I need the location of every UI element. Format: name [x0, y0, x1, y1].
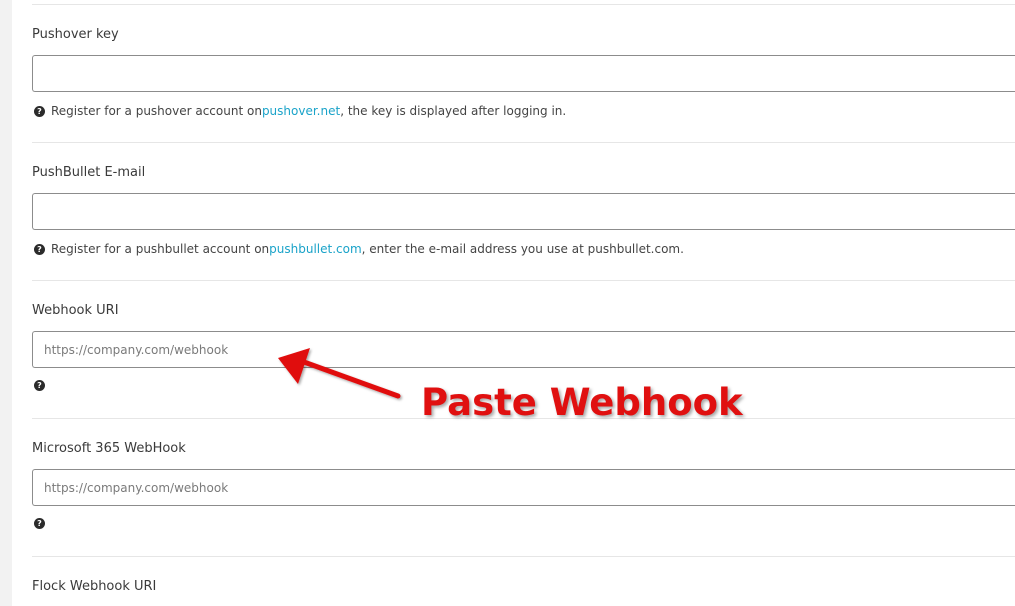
pushover-help-pre: Register for a pushover account on: [51, 104, 262, 118]
pushbullet-link[interactable]: pushbullet.com: [269, 242, 362, 256]
annotation-arrow-icon: [278, 348, 401, 399]
annotation-label: Paste Webhook: [421, 381, 743, 424]
question-circle-icon: ?: [34, 243, 45, 255]
question-circle-icon[interactable]: ?: [34, 518, 45, 529]
pushover-help-text: ? Register for a pushover account on pus…: [34, 104, 566, 118]
pushover-link[interactable]: pushover.net: [262, 104, 340, 118]
divider: [32, 280, 1015, 281]
pushbullet-email-input[interactable]: [32, 193, 1015, 230]
question-circle-icon[interactable]: ?: [34, 380, 45, 391]
pushbullet-email-label: PushBullet E-mail: [32, 165, 146, 180]
webhook-help: ?: [34, 380, 51, 391]
pushover-key-label: Pushover key: [32, 27, 119, 42]
pushbullet-help-text: ? Register for a pushbullet account on p…: [34, 242, 684, 256]
divider: [32, 142, 1015, 143]
ms365-webhook-label: Microsoft 365 WebHook: [32, 441, 186, 456]
divider: [32, 556, 1015, 557]
flock-webhook-label: Flock Webhook URI: [32, 579, 157, 594]
question-circle-icon: ?: [34, 105, 45, 117]
webhook-uri-label: Webhook URI: [32, 303, 119, 318]
divider: [32, 4, 1015, 5]
webhook-uri-input[interactable]: [32, 331, 1015, 368]
pushbullet-help-pre: Register for a pushbullet account on: [51, 242, 270, 256]
pushover-help-post: , the key is displayed after logging in.: [340, 104, 567, 118]
pushbullet-help-post: , enter the e-mail address you use at pu…: [361, 242, 684, 256]
ms365-webhook-input[interactable]: [32, 469, 1015, 506]
pushover-key-input[interactable]: [32, 55, 1015, 92]
ms365-help: ?: [34, 518, 51, 529]
